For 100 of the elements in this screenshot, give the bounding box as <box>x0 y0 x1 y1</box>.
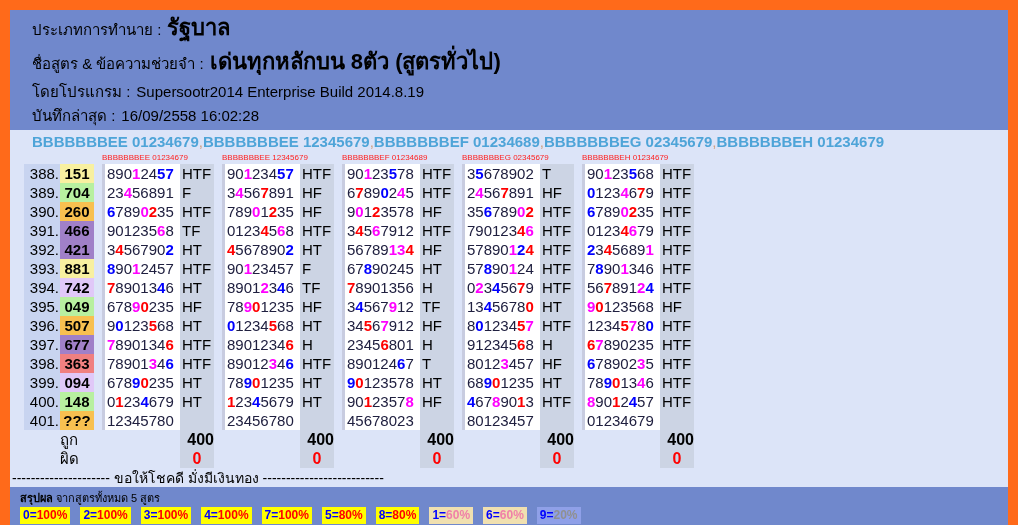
number-cell: 90123578 <box>342 202 420 221</box>
status-cell: HTF <box>660 354 694 373</box>
comma-separator: , <box>369 133 374 150</box>
number-cell: 89012457 <box>582 392 660 411</box>
column-header: BBBBBBBEE 01234679 <box>102 152 189 164</box>
number-cell: 89012346 <box>222 278 300 297</box>
number-cell: 90123578 <box>342 373 420 392</box>
number-cell: 90123568 <box>102 316 180 335</box>
row-number: 395. <box>24 297 60 316</box>
number-cell: 67890245 <box>342 259 420 278</box>
number-cell: 57890124 <box>462 259 540 278</box>
number-cell: 78901346 <box>102 354 180 373</box>
result-number: 260 <box>60 202 94 221</box>
status-cell: HT <box>540 297 574 316</box>
status-cell: HTF <box>540 259 574 278</box>
row-number: 400. <box>24 392 60 411</box>
row-number: 397. <box>24 335 60 354</box>
number-cell: 01234568 <box>222 221 300 240</box>
digit-percent-badge: 1=60% <box>429 507 474 524</box>
number-cell: 91234568 <box>462 335 540 354</box>
wrong-count: 0 <box>180 449 214 468</box>
number-cell: 89012457 <box>102 164 180 183</box>
field-value: รัฐบาล <box>167 14 231 44</box>
status-cell: H <box>420 335 454 354</box>
digit-percent-badge: 5=80% <box>321 507 366 524</box>
wrong-count: 0 <box>540 449 574 468</box>
row-number: 399. <box>24 373 60 392</box>
number-cell: 68901235 <box>462 373 540 392</box>
status-cell: HTF <box>180 202 214 221</box>
number-cell: 79012346 <box>462 221 540 240</box>
status-cell: HF <box>300 297 334 316</box>
number-cell: 78901356 <box>342 278 420 297</box>
formula-name: BBBBBBBEE 01234679 <box>32 133 199 150</box>
number-cell: 57890124 <box>462 240 540 259</box>
correct-count: 400 <box>420 430 454 449</box>
number-cell: 34567912 <box>342 297 420 316</box>
result-number: ??? <box>60 411 94 430</box>
number-cell: 89012346 <box>222 354 300 373</box>
status-cell: HF <box>420 240 454 259</box>
number-cell: 78901346 <box>582 259 660 278</box>
status-cell: HF <box>420 316 454 335</box>
number-cell: 78901235 <box>222 202 300 221</box>
row-number: 391. <box>24 221 60 240</box>
number-cell: 45678902 <box>222 240 300 259</box>
status-cell: H <box>540 335 574 354</box>
summary-title: สรุปผล จากสูตรทั้งหมด 5 สูตร <box>20 491 162 505</box>
status-cell: HT <box>540 373 574 392</box>
status-cell: T <box>420 354 454 373</box>
correct-label: ถูก <box>59 430 79 449</box>
status-cell: HT <box>300 240 334 259</box>
status-cell: F <box>180 183 214 202</box>
result-number: 881 <box>60 259 94 278</box>
result-number: 466 <box>60 221 94 240</box>
result-number: 507 <box>60 316 94 335</box>
digit-percent-badge: 6=60% <box>483 507 527 524</box>
status-cell: HTF <box>540 316 574 335</box>
field-label: ชื่อสูตร & ข้อความช่วยจำ : <box>32 53 204 75</box>
status-cell: HTF <box>660 335 694 354</box>
number-cell: 90123457 <box>222 164 300 183</box>
number-cell: 89012346 <box>222 335 300 354</box>
column-header: BBBBBBBEE 12345679 <box>222 152 309 164</box>
number-cell: 23456891 <box>102 183 180 202</box>
number-cell: 13456780 <box>462 297 540 316</box>
wrong-count: 0 <box>420 449 454 468</box>
status-cell: HF <box>540 183 574 202</box>
number-cell: 80123457 <box>462 316 540 335</box>
wrong-count: 0 <box>660 449 694 468</box>
divider-text: --------------------- ขอให้โชคดี มั่งมีเงินทอง -------------------------- <box>11 469 385 487</box>
number-cell: 01234679 <box>102 392 180 411</box>
result-number: 148 <box>60 392 94 411</box>
number-cell: 23456780 <box>222 411 300 430</box>
row-number: 396. <box>24 316 60 335</box>
field-label: บันทึกล่าสุด : <box>32 106 116 128</box>
row-number: 388. <box>24 164 60 183</box>
number-cell: 01234568 <box>222 316 300 335</box>
status-cell: HT <box>180 240 214 259</box>
status-cell: HT <box>180 278 214 297</box>
column-header: BBBBBBBEH 01234679 <box>582 152 670 164</box>
status-cell: TF <box>420 297 454 316</box>
status-cell: HTF <box>660 278 694 297</box>
status-cell: HTF <box>660 202 694 221</box>
correct-count: 400 <box>540 430 574 449</box>
status-cell: HTF <box>180 335 214 354</box>
status-cell: HTF <box>540 278 574 297</box>
number-cell: 89012457 <box>102 259 180 278</box>
field-value: Supersootr2014 Enterprise Build 2014.8.19 <box>136 82 425 102</box>
status-cell: HF <box>300 202 334 221</box>
status-cell: HF <box>180 297 214 316</box>
status-cell: HT <box>300 373 334 392</box>
number-cell: 89012467 <box>342 354 420 373</box>
number-cell: 46789013 <box>462 392 540 411</box>
number-cell: 90123578 <box>342 164 420 183</box>
result-number: 742 <box>60 278 94 297</box>
number-cell: 67890235 <box>102 297 180 316</box>
number-cell: 78901346 <box>582 373 660 392</box>
result-number: 677 <box>60 335 94 354</box>
field-label: โดยโปรแกรม : <box>32 82 131 102</box>
status-cell: HT <box>180 316 214 335</box>
formula-name: BBBBBBBEH 01234679 <box>716 133 885 150</box>
number-cell: 67890245 <box>342 183 420 202</box>
